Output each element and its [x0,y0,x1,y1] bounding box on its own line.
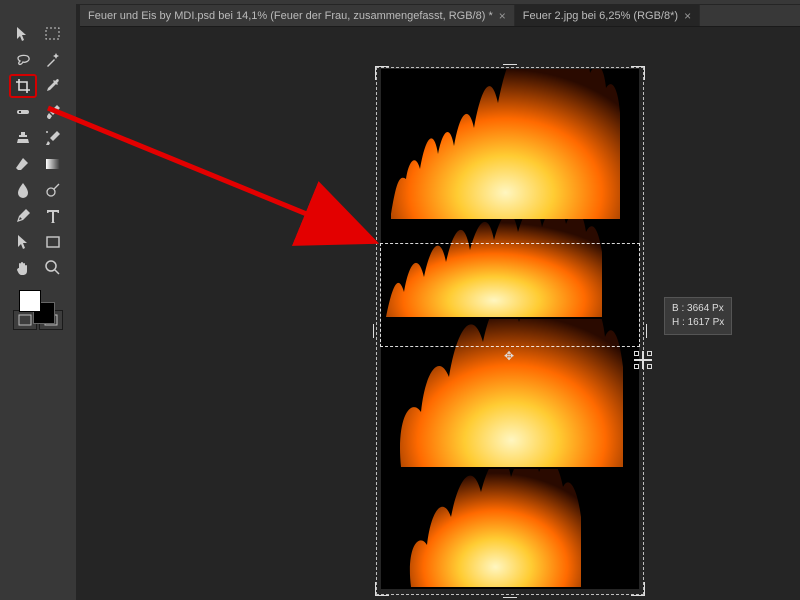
move-tool-icon[interactable] [9,22,37,46]
zoom-tool-icon[interactable] [39,256,67,280]
clone-stamp-tool-icon[interactable] [9,126,37,150]
document-image [381,69,639,589]
pen-tool-icon[interactable] [9,204,37,228]
document-tab-label: Feuer 2.jpg bei 6,25% (RGB/8*) [523,10,678,22]
dimensions-tooltip: B : 3664 Px H : 1617 Px [664,297,732,335]
crop-handle-icon[interactable] [503,592,517,598]
color-swatches[interactable] [9,288,67,328]
path-select-tool-icon[interactable] [9,230,37,254]
foreground-color-swatch[interactable] [19,290,41,312]
gradient-tool-icon[interactable] [39,152,67,176]
type-tool-icon[interactable] [39,204,67,228]
document-tab-label: Feuer und Eis by MDI.psd bei 14,1% (Feue… [88,10,493,22]
marquee-tool-icon[interactable] [39,22,67,46]
spot-heal-tool-icon[interactable] [9,100,37,124]
toolbox-panel [0,4,76,600]
history-brush-tool-icon[interactable] [39,126,67,150]
dodge-tool-icon[interactable] [39,178,67,202]
magic-wand-tool-icon[interactable] [39,48,67,72]
crop-tool-icon[interactable] [9,74,37,98]
close-icon[interactable]: × [499,9,506,23]
crop-handle-icon[interactable] [373,324,379,338]
document-tab[interactable]: Feuer 2.jpg bei 6,25% (RGB/8*) × [515,5,700,26]
blur-tool-icon[interactable] [9,178,37,202]
brush-tool-icon[interactable] [39,100,67,124]
close-icon[interactable]: × [684,9,691,23]
crop-handle-icon[interactable] [641,324,647,338]
eraser-tool-icon[interactable] [9,152,37,176]
shape-tool-icon[interactable] [39,230,67,254]
canvas-area[interactable]: ✥ B : 3664 Px H : 1617 Px [76,27,800,600]
eyedropper-tool-icon[interactable] [39,74,67,98]
document-tab-bar: Feuer und Eis by MDI.psd bei 14,1% (Feue… [80,5,800,27]
document-tab[interactable]: Feuer und Eis by MDI.psd bei 14,1% (Feue… [80,5,515,26]
hand-tool-icon[interactable] [9,256,37,280]
lasso-tool-icon[interactable] [9,48,37,72]
